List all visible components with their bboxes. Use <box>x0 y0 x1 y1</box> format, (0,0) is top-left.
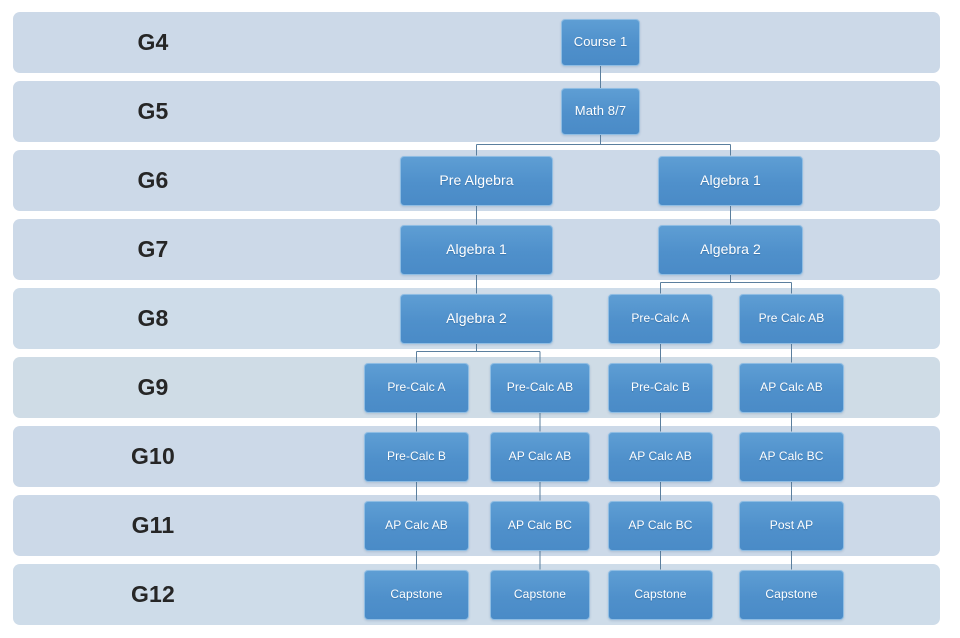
course-node-g10_apab1[interactable]: AP Calc AB <box>490 431 590 482</box>
grade-label-g6: G6 <box>137 167 169 193</box>
course-node-g5_m87[interactable]: Math 8/7 <box>561 88 640 135</box>
course-node-g6_alg1[interactable]: Algebra 1 <box>658 155 803 206</box>
grade-label-g9: G9 <box>137 374 169 400</box>
flowchart-canvas: G4 G5 G6 G7 G8 G9 G10 G11 G12 Course 1 Math 8/7 Pr… <box>0 0 960 638</box>
grade-label-g4: G4 <box>137 29 169 55</box>
grade-band-g4: G4 <box>13 12 940 73</box>
course-node-g9_pcb[interactable]: Pre-Calc B <box>608 362 713 413</box>
course-node-g8_alg2[interactable]: Algebra 2 <box>400 293 553 344</box>
course-node-g11_apbc1[interactable]: AP Calc BC <box>490 500 590 551</box>
course-node-g12_cap3[interactable]: Capstone <box>608 569 713 620</box>
course-node-g7_alg1[interactable]: Algebra 1 <box>400 224 553 275</box>
course-node-g7_alg2[interactable]: Algebra 2 <box>658 224 803 275</box>
course-node-g11_postap[interactable]: Post AP <box>739 500 844 551</box>
course-node-g11_apbc2[interactable]: AP Calc BC <box>608 500 713 551</box>
course-node-g4_c1[interactable]: Course 1 <box>561 19 640 66</box>
course-node-g12_cap4[interactable]: Capstone <box>739 569 844 620</box>
grade-label-g7: G7 <box>137 236 169 262</box>
course-node-g10_apab2[interactable]: AP Calc AB <box>608 431 713 482</box>
course-node-g10_pcb[interactable]: Pre-Calc B <box>364 431 469 482</box>
grade-label-g10: G10 <box>130 443 176 469</box>
grade-label-g11: G11 <box>131 512 175 538</box>
course-node-g11_apab[interactable]: AP Calc AB <box>364 500 469 551</box>
course-node-g9_pca[interactable]: Pre-Calc A <box>364 362 469 413</box>
course-node-g12_cap1[interactable]: Capstone <box>364 569 469 620</box>
grade-label-g12: G12 <box>130 581 176 607</box>
course-node-g9_pcab[interactable]: Pre-Calc AB <box>490 362 590 413</box>
course-node-g12_cap2[interactable]: Capstone <box>490 569 590 620</box>
course-node-g6_prealg[interactable]: Pre Algebra <box>400 155 553 206</box>
course-node-g9_apab[interactable]: AP Calc AB <box>739 362 844 413</box>
course-node-g8_pca[interactable]: Pre-Calc A <box>608 293 713 344</box>
course-node-g10_apbc[interactable]: AP Calc BC <box>739 431 844 482</box>
grade-label-g5: G5 <box>137 98 169 124</box>
grade-label-g8: G8 <box>137 305 169 331</box>
grade-band-g5: G5 <box>13 81 940 142</box>
course-node-g8_pcab[interactable]: Pre Calc AB <box>739 293 844 344</box>
